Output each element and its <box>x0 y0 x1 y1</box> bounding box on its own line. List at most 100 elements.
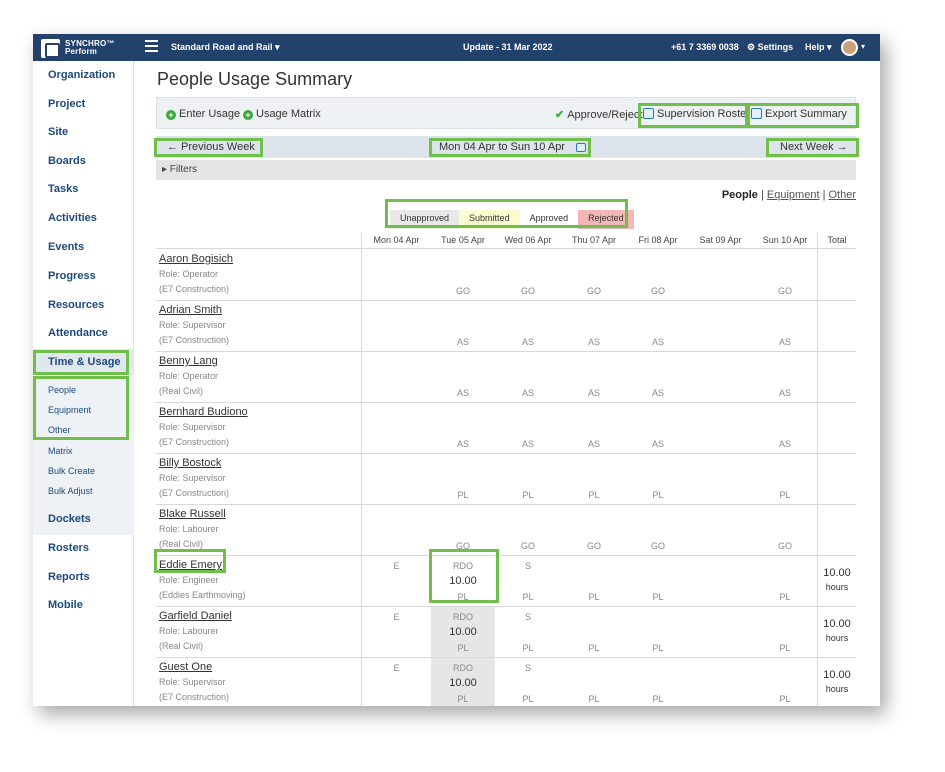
day-code[interactable]: PL <box>433 694 493 704</box>
day-code-top[interactable]: E <box>367 663 427 673</box>
day-code-top[interactable]: E <box>367 561 427 571</box>
approve-reject-button[interactable]: ✔ Approve/Reject <box>555 108 642 121</box>
day-code[interactable]: AS <box>498 337 558 347</box>
day-code[interactable]: AS <box>433 388 493 398</box>
day-code[interactable]: AS <box>755 388 815 398</box>
week-range-picker[interactable]: Mon 04 Apr to Sun 10 Apr <box>439 141 589 153</box>
person-name-link[interactable]: Bernhard Budiono <box>159 406 248 418</box>
day-code-top[interactable]: S <box>498 561 558 571</box>
day-code-top[interactable]: RDO <box>433 561 493 571</box>
sidebar-item-activities[interactable]: Activities <box>48 212 97 224</box>
person-name-link[interactable]: Aaron Bogisich <box>159 253 233 265</box>
day-code-top[interactable]: S <box>498 612 558 622</box>
day-code[interactable]: AS <box>433 439 493 449</box>
day-hours[interactable]: 10.00 <box>433 626 493 638</box>
menu-icon[interactable] <box>145 40 158 52</box>
sidebar-subitem-other[interactable]: Other <box>48 425 71 435</box>
sidebar-subitem-equipment[interactable]: Equipment <box>48 405 91 415</box>
sidebar-item-rosters[interactable]: Rosters <box>48 542 89 554</box>
sidebar-item-organization[interactable]: Organization <box>48 69 115 81</box>
day-code[interactable]: GO <box>628 286 688 296</box>
sidebar-item-progress[interactable]: Progress <box>48 270 96 282</box>
day-code[interactable]: PL <box>564 694 624 704</box>
calendar-icon[interactable] <box>576 143 587 152</box>
person-name-link[interactable]: Guest One <box>159 661 212 673</box>
sidebar-item-tasks[interactable]: Tasks <box>48 183 78 195</box>
day-code[interactable]: PL <box>755 490 815 500</box>
sidebar-subitem-bulk-create[interactable]: Bulk Create <box>48 466 95 476</box>
day-code[interactable]: AS <box>755 439 815 449</box>
person-name-link[interactable]: Garfield Daniel <box>159 610 232 622</box>
view-other-link[interactable]: Other <box>828 189 856 201</box>
day-code[interactable]: PL <box>433 490 493 500</box>
day-code[interactable]: PL <box>498 592 558 602</box>
person-name-link[interactable]: Benny Lang <box>159 355 218 367</box>
day-code[interactable]: GO <box>433 541 493 551</box>
day-code[interactable]: PL <box>498 643 558 653</box>
day-code[interactable]: GO <box>628 541 688 551</box>
day-code[interactable]: GO <box>433 286 493 296</box>
sidebar-subitem-bulk-adjust[interactable]: Bulk Adjust <box>48 486 93 496</box>
day-code-top[interactable]: RDO <box>433 663 493 673</box>
day-code[interactable]: GO <box>564 541 624 551</box>
sidebar-item-mobile[interactable]: Mobile <box>48 599 83 611</box>
day-code[interactable]: PL <box>564 490 624 500</box>
day-code[interactable]: PL <box>755 694 815 704</box>
sidebar-item-project[interactable]: Project <box>48 98 85 110</box>
day-code[interactable]: AS <box>433 337 493 347</box>
person-name-link[interactable]: Adrian Smith <box>159 304 222 316</box>
day-code[interactable]: AS <box>755 337 815 347</box>
usage-matrix-button[interactable]: + Usage Matrix <box>243 108 321 120</box>
project-selector[interactable]: Standard Road and Rail ▾ <box>171 42 280 53</box>
day-code[interactable]: GO <box>755 286 815 296</box>
person-name-link[interactable]: Blake Russell <box>159 508 226 520</box>
day-hours[interactable]: 10.00 <box>433 575 493 587</box>
sidebar-item-site[interactable]: Site <box>48 126 68 138</box>
day-code[interactable]: PL <box>564 592 624 602</box>
chevron-down-icon[interactable]: ▾ <box>861 42 865 51</box>
day-code[interactable]: PL <box>498 694 558 704</box>
day-code[interactable]: AS <box>564 388 624 398</box>
sidebar-subitem-matrix[interactable]: Matrix <box>48 446 73 456</box>
export-summary-button[interactable]: Export Summary <box>751 108 847 120</box>
day-code[interactable]: AS <box>628 337 688 347</box>
day-code[interactable]: PL <box>433 592 493 602</box>
day-code[interactable]: PL <box>498 490 558 500</box>
help-menu[interactable]: Help ▾ <box>805 42 832 53</box>
day-code[interactable]: GO <box>564 286 624 296</box>
day-code[interactable]: AS <box>628 388 688 398</box>
day-hours[interactable]: 10.00 <box>433 677 493 689</box>
supervision-roster-button[interactable]: Supervision Roster <box>643 108 750 120</box>
sidebar-item-dockets[interactable]: Dockets <box>48 513 91 525</box>
day-code[interactable]: AS <box>498 388 558 398</box>
day-code[interactable]: AS <box>498 439 558 449</box>
enter-usage-button[interactable]: + Enter Usage <box>166 108 240 120</box>
person-name-link[interactable]: Eddie Emery <box>159 559 222 571</box>
day-code-top[interactable]: RDO <box>433 612 493 622</box>
day-code[interactable]: PL <box>755 592 815 602</box>
day-code[interactable]: GO <box>498 541 558 551</box>
view-equipment-link[interactable]: Equipment <box>767 189 820 201</box>
day-code[interactable]: GO <box>498 286 558 296</box>
previous-week-button[interactable]: ← Previous Week <box>167 141 255 153</box>
day-code[interactable]: PL <box>433 643 493 653</box>
day-code[interactable]: PL <box>628 592 688 602</box>
sidebar-item-reports[interactable]: Reports <box>48 571 90 583</box>
day-code[interactable]: PL <box>628 694 688 704</box>
day-code[interactable]: AS <box>564 439 624 449</box>
person-name-link[interactable]: Billy Bostock <box>159 457 221 469</box>
day-code-top[interactable]: S <box>498 663 558 673</box>
day-code[interactable]: PL <box>628 490 688 500</box>
view-people-link[interactable]: People <box>722 189 758 201</box>
sidebar-item-events[interactable]: Events <box>48 241 84 253</box>
day-code[interactable]: AS <box>564 337 624 347</box>
sidebar-subitem-people[interactable]: People <box>48 385 76 395</box>
sidebar-item-resources[interactable]: Resources <box>48 299 104 311</box>
day-code[interactable]: AS <box>628 439 688 449</box>
app-logo[interactable]: SYNCHRO™ Perform <box>41 38 115 58</box>
sidebar-item-boards[interactable]: Boards <box>48 155 86 167</box>
avatar[interactable] <box>841 39 858 56</box>
sidebar-item-time-usage[interactable]: Time & Usage <box>48 356 121 368</box>
sidebar-item-attendance[interactable]: Attendance <box>48 327 108 339</box>
next-week-button[interactable]: Next Week → <box>780 141 848 153</box>
